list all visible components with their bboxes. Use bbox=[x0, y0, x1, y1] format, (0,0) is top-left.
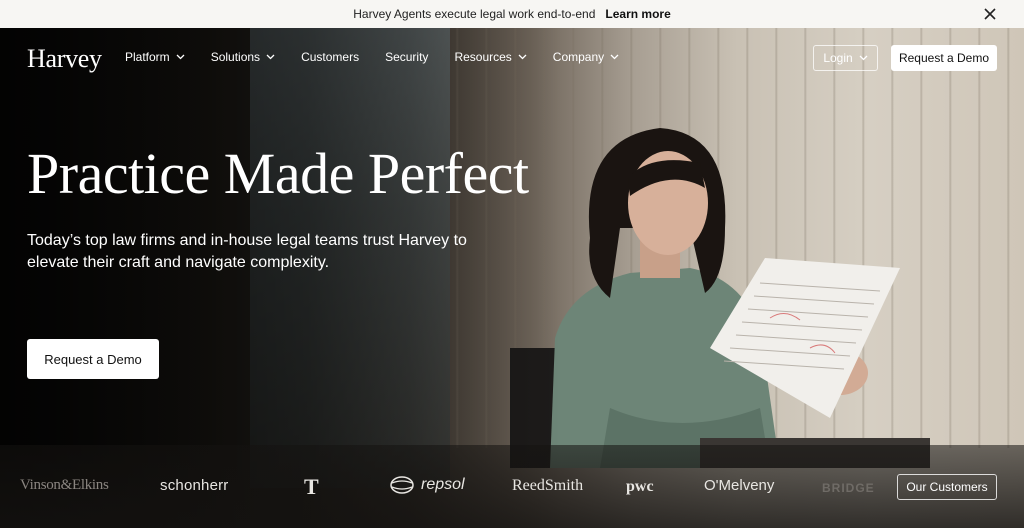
nav-item-label: Resources bbox=[454, 50, 512, 64]
client-logo-vinson-elkins: Vinson&Elkins bbox=[20, 477, 109, 493]
client-logo-bridge: BRIDGE bbox=[822, 481, 875, 495]
nav-links: Platform Solutions Customers Security Re… bbox=[125, 50, 645, 64]
chevron-down-icon bbox=[266, 54, 275, 60]
chevron-down-icon bbox=[859, 55, 868, 61]
client-logo-repsol: repsol bbox=[389, 475, 465, 495]
nav-item-label: Platform bbox=[125, 50, 170, 64]
chevron-down-icon bbox=[610, 54, 619, 60]
nav-item-platform[interactable]: Platform bbox=[125, 50, 185, 64]
client-logo-omelveny: O'Melveny bbox=[704, 477, 775, 494]
login-label: Login bbox=[823, 51, 853, 65]
client-logo-pwc: pwc bbox=[626, 478, 654, 495]
request-demo-nav-button[interactable]: Request a Demo bbox=[891, 45, 997, 71]
login-button[interactable]: Login bbox=[813, 45, 878, 71]
chevron-down-icon bbox=[518, 54, 527, 60]
nav-item-company[interactable]: Company bbox=[553, 50, 619, 64]
close-icon[interactable] bbox=[982, 6, 998, 22]
announcement-message: Harvey Agents execute legal work end-to-… bbox=[353, 7, 596, 21]
nav-item-label: Customers bbox=[301, 50, 360, 64]
nav-item-customers[interactable]: Customers bbox=[301, 50, 359, 64]
repsol-mark-icon bbox=[390, 476, 414, 494]
harvey-logo[interactable]: Harvey bbox=[27, 44, 102, 74]
repsol-wordmark: repsol bbox=[421, 476, 465, 493]
nav-item-resources[interactable]: Resources bbox=[454, 50, 527, 64]
client-logo-telekom: T bbox=[304, 474, 319, 499]
client-logo-schonherr: schonherr bbox=[160, 477, 229, 494]
chevron-down-icon bbox=[176, 54, 185, 60]
learn-more-link[interactable]: Learn more bbox=[605, 7, 670, 21]
woman-reading-document-image bbox=[510, 128, 930, 468]
nav-item-security[interactable]: Security bbox=[385, 50, 428, 64]
our-customers-button[interactable]: Our Customers bbox=[897, 474, 997, 500]
request-demo-hero-button[interactable]: Request a Demo bbox=[27, 339, 159, 379]
nav-item-label: Company bbox=[552, 50, 605, 64]
nav-item-label: Solutions bbox=[210, 50, 261, 64]
nav-item-label: Security bbox=[385, 50, 429, 64]
announcement-bar: Harvey Agents execute legal work end-to-… bbox=[0, 0, 1024, 28]
hero-subtext: Today’s top law firms and in-house legal… bbox=[27, 232, 467, 271]
nav-item-solutions[interactable]: Solutions bbox=[211, 50, 275, 64]
hero-headline: Practice Made Perfect bbox=[27, 141, 529, 206]
client-logo-reedsmith: ReedSmith bbox=[512, 477, 584, 494]
